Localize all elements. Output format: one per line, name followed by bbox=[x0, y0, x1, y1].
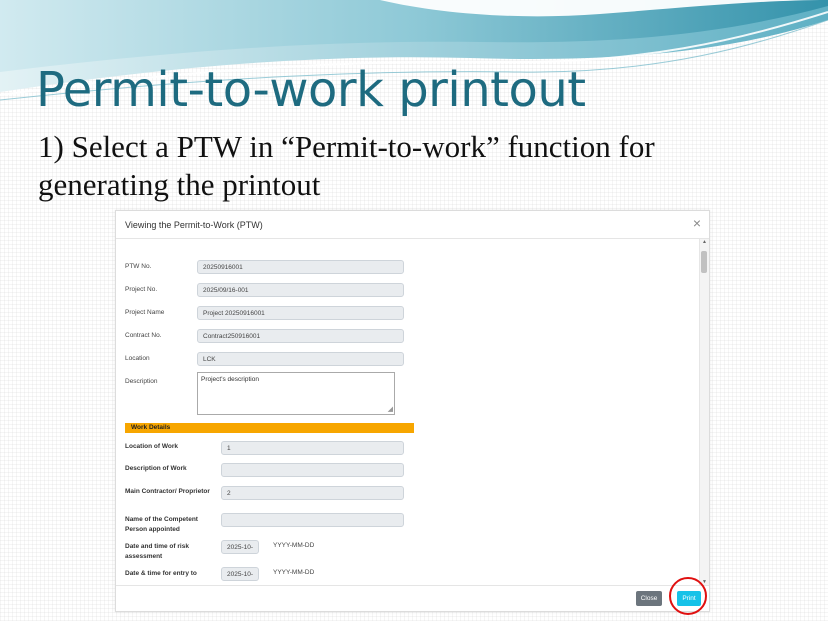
location-label: Location bbox=[125, 355, 150, 362]
description-text: Project's description bbox=[201, 376, 259, 383]
resize-handle-icon[interactable]: ◢ bbox=[388, 405, 393, 413]
project-name-field[interactable]: Project 20250916001 bbox=[197, 306, 404, 320]
modal-scrollbar[interactable]: ▲ ▼ bbox=[699, 239, 709, 585]
description-textarea[interactable]: Project's description ◢ bbox=[197, 372, 395, 415]
location-of-work-field[interactable]: 1 bbox=[221, 441, 404, 455]
close-button[interactable]: Close bbox=[636, 591, 662, 606]
project-name-label: Project Name bbox=[125, 309, 165, 316]
description-label: Description bbox=[125, 378, 158, 385]
contract-no-label: Contract No. bbox=[125, 332, 162, 339]
description-of-work-field[interactable] bbox=[221, 463, 404, 477]
modal-title: Viewing the Permit-to-Work (PTW) bbox=[125, 220, 263, 230]
slide-subtitle: 1) Select a PTW in “Permit-to-work” func… bbox=[38, 129, 655, 202]
entry-datetime-date-field[interactable]: 2025-10- bbox=[221, 567, 259, 581]
project-no-label: Project No. bbox=[125, 286, 158, 293]
competent-person-field[interactable] bbox=[221, 513, 404, 527]
ptw-no-label: PTW No. bbox=[125, 263, 152, 270]
slide-title: Permit-to-work printout bbox=[36, 62, 586, 118]
entry-datetime-format-hint: YYYY-MM-DD bbox=[273, 569, 315, 576]
description-of-work-label: Description of Work bbox=[125, 465, 187, 472]
main-contractor-field[interactable]: 2 bbox=[221, 486, 404, 500]
main-contractor-label: Main Contractor/ Proprietor bbox=[125, 488, 210, 495]
scroll-up-icon[interactable]: ▲ bbox=[702, 239, 707, 245]
entry-datetime-label: Date & time for entry to bbox=[125, 570, 197, 577]
location-of-work-label: Location of Work bbox=[125, 443, 178, 450]
project-no-field[interactable]: 2025/09/16-001 bbox=[197, 283, 404, 297]
print-highlight-circle bbox=[669, 577, 707, 615]
risk-assessment-label: Date and time of risk assessment bbox=[125, 543, 189, 560]
location-field[interactable]: LCK bbox=[197, 352, 404, 366]
scrollbar-thumb[interactable] bbox=[701, 251, 707, 273]
risk-assessment-date-field[interactable]: 2025-10- bbox=[221, 540, 259, 554]
modal-body: PTW No. 20250916001 Project No. 2025/09/… bbox=[116, 239, 698, 585]
ptw-no-field[interactable]: 20250916001 bbox=[197, 260, 404, 274]
contract-no-field[interactable]: Contract250916001 bbox=[197, 329, 404, 343]
competent-person-label: Name of the Competent Person appointed bbox=[125, 516, 198, 533]
work-details-section-header: Work Details bbox=[125, 423, 414, 433]
modal-header: Viewing the Permit-to-Work (PTW) × bbox=[116, 211, 709, 239]
modal-footer: Close Print bbox=[116, 585, 709, 611]
risk-assessment-format-hint: YYYY-MM-DD bbox=[273, 542, 315, 549]
ptw-view-modal: Viewing the Permit-to-Work (PTW) × PTW N… bbox=[115, 210, 710, 612]
close-icon[interactable]: × bbox=[693, 215, 701, 231]
